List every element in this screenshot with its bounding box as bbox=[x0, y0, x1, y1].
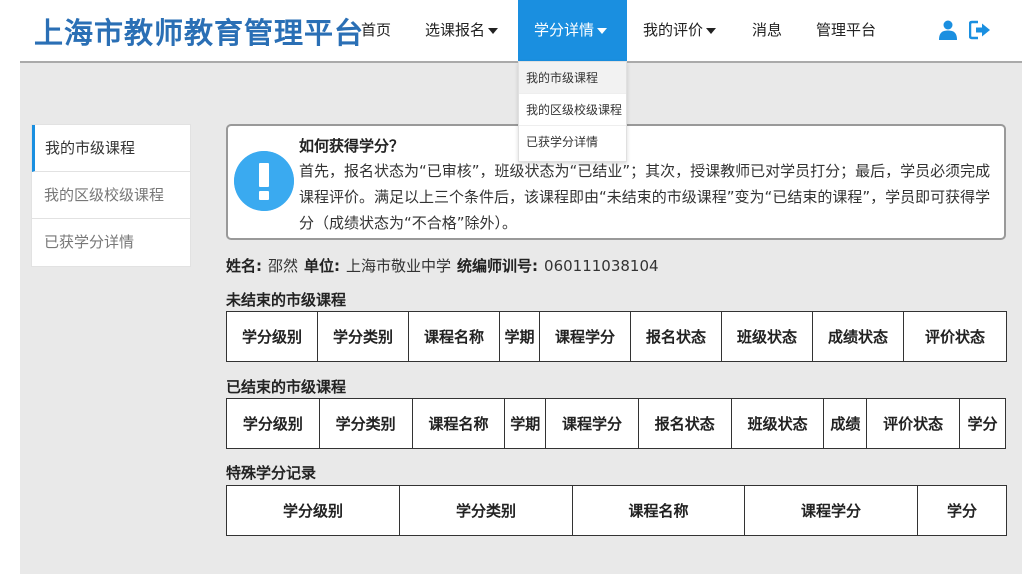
table-header-row: 学分级别 学分类别 课程名称 学期 课程学分 报名状态 班级状态 成绩 评价状态… bbox=[226, 398, 1006, 449]
finished-courses-table: 学分级别 学分类别 课程名称 学期 课程学分 报名状态 班级状态 成绩 评价状态… bbox=[226, 398, 1006, 449]
nav-messages[interactable]: 消息 bbox=[752, 0, 782, 61]
nav-credits-label: 学分详情 bbox=[534, 21, 595, 39]
column-header: 学分类别 bbox=[318, 398, 413, 449]
column-header: 课程学分 bbox=[744, 485, 918, 536]
column-header: 班级状态 bbox=[721, 311, 813, 362]
unfinished-courses-table: 学分级别 学分类别 课程名称 学期 课程学分 报名状态 班级状态 成绩状态 评价… bbox=[226, 311, 1007, 362]
nav-admin[interactable]: 管理平台 bbox=[816, 0, 876, 61]
teacher-info: 姓名: 邵然 单位: 上海市敬业中学 统编师训号: 060111038104 bbox=[226, 255, 665, 276]
teacher-name: 邵然 bbox=[268, 257, 299, 275]
column-header: 学分类别 bbox=[317, 311, 409, 362]
column-header: 课程名称 bbox=[572, 485, 745, 536]
sidebar-item-city-courses[interactable]: 我的市级课程 bbox=[32, 125, 190, 172]
column-header: 班级状态 bbox=[730, 398, 825, 449]
nav-evaluation-label: 我的评价 bbox=[643, 21, 704, 39]
special-credits-table: 学分级别 学分类别 课程名称 课程学分 学分 bbox=[226, 485, 1007, 536]
top-header: 上海市教师教育管理平台 首页 选课报名 学分详情 我的评价 消息 管理平台 bbox=[0, 0, 1027, 61]
nav-enroll[interactable]: 选课报名 bbox=[425, 0, 499, 61]
nav-credits[interactable]: 学分详情 bbox=[518, 0, 627, 61]
column-header: 学期 bbox=[504, 398, 547, 449]
user-icon[interactable] bbox=[938, 20, 958, 40]
teacher-id-label: 统编师训号: bbox=[457, 257, 539, 275]
column-header: 学分级别 bbox=[226, 485, 400, 536]
table-header-row: 学分级别 学分类别 课程名称 课程学分 学分 bbox=[226, 485, 1007, 536]
column-header: 学分级别 bbox=[226, 311, 318, 362]
column-header: 学分类别 bbox=[399, 485, 573, 536]
column-header: 学期 bbox=[499, 311, 540, 362]
nav-messages-label: 消息 bbox=[752, 21, 783, 39]
site-logo[interactable]: 上海市教师教育管理平台 bbox=[34, 10, 364, 52]
sidebar: 我的市级课程 我的区级校级课程 已获学分详情 bbox=[31, 124, 191, 267]
notice-body: 首先，报名状态为“已审核”，班级状态为“已结业”；其次，授课教师已对学员打分；最… bbox=[299, 162, 991, 232]
column-header: 学分级别 bbox=[226, 398, 320, 449]
column-header: 报名状态 bbox=[637, 398, 732, 449]
unit-label: 单位: bbox=[304, 257, 341, 275]
credits-dropdown-menu: 我的市级课程 我的区级校级课程 已获学分详情 bbox=[518, 61, 627, 162]
column-header: 评价状态 bbox=[903, 311, 1007, 362]
nav-home-label: 首页 bbox=[361, 21, 392, 39]
column-header: 学分 bbox=[959, 398, 1006, 449]
dropdown-item-city-courses[interactable]: 我的市级课程 bbox=[519, 62, 626, 94]
exclamation-icon bbox=[234, 151, 294, 211]
dropdown-item-district-courses[interactable]: 我的区级校级课程 bbox=[519, 94, 626, 126]
nav-enroll-label: 选课报名 bbox=[425, 21, 486, 39]
column-header: 成绩 bbox=[823, 398, 868, 449]
name-label: 姓名: bbox=[226, 257, 262, 275]
column-header: 成绩状态 bbox=[812, 311, 904, 362]
dropdown-item-credit-details[interactable]: 已获学分详情 bbox=[519, 126, 626, 158]
unfinished-courses-title: 未结束的市级课程 bbox=[226, 291, 347, 309]
table-header-row: 学分级别 学分类别 课程名称 学期 课程学分 报名状态 班级状态 成绩状态 评价… bbox=[226, 311, 1007, 362]
nav-admin-label: 管理平台 bbox=[816, 21, 877, 39]
caret-down-icon bbox=[597, 27, 608, 34]
nav-evaluation[interactable]: 我的评价 bbox=[643, 0, 717, 61]
caret-down-icon bbox=[488, 27, 499, 34]
sidebar-item-credit-details[interactable]: 已获学分详情 bbox=[32, 219, 190, 266]
column-header: 报名状态 bbox=[630, 311, 722, 362]
column-header: 课程学分 bbox=[545, 398, 639, 449]
column-header: 课程学分 bbox=[539, 311, 631, 362]
logout-icon[interactable] bbox=[969, 20, 991, 40]
special-credits-title: 特殊学分记录 bbox=[226, 464, 317, 482]
nav-home[interactable]: 首页 bbox=[361, 0, 391, 61]
teacher-id: 060111038104 bbox=[544, 257, 659, 275]
column-header: 课程名称 bbox=[411, 398, 506, 449]
caret-down-icon bbox=[706, 27, 717, 34]
finished-courses-title: 已结束的市级课程 bbox=[226, 378, 347, 396]
sidebar-item-district-courses[interactable]: 我的区级校级课程 bbox=[32, 172, 190, 219]
notice-title: 如何获得学分？ bbox=[299, 137, 405, 155]
teacher-unit: 上海市敬业中学 bbox=[346, 257, 452, 275]
column-header: 学分 bbox=[917, 485, 1007, 536]
column-header: 评价状态 bbox=[866, 398, 961, 449]
column-header: 课程名称 bbox=[408, 311, 500, 362]
